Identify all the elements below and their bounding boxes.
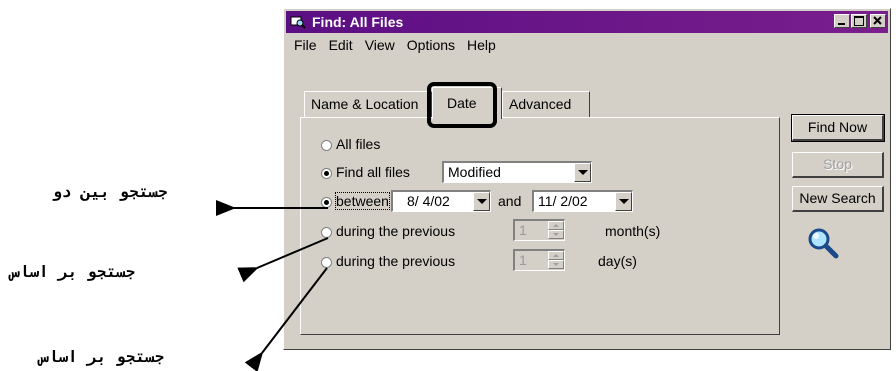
- between-annotation: جستجو بين دو: [52, 182, 168, 201]
- days-annotation: جستجو بر اساس: [39, 347, 165, 366]
- days-arrow: [244, 267, 328, 371]
- highlight-box: [427, 82, 497, 128]
- months-arrow: [237, 237, 329, 283]
- months-annotation: جستجو بر اساس: [10, 262, 136, 281]
